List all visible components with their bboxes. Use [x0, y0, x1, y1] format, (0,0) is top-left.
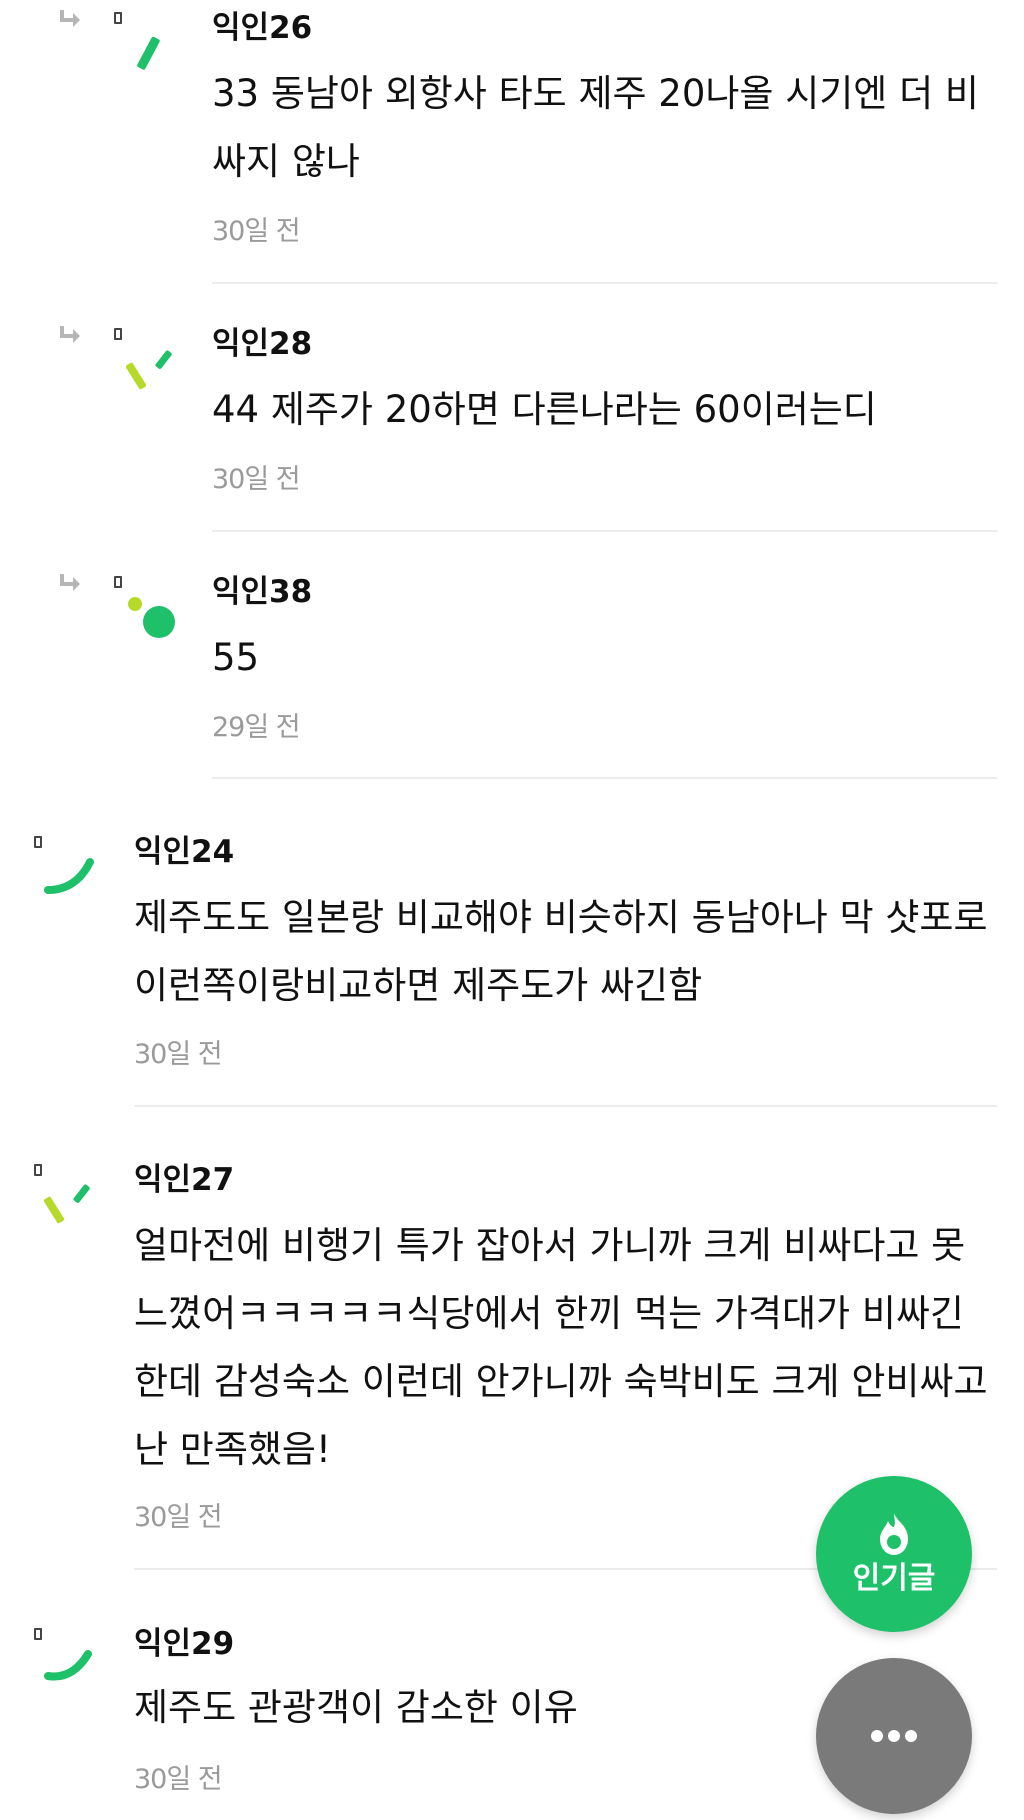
- comment-body: 55: [212, 636, 260, 679]
- divider: [212, 777, 997, 779]
- comment-body: 33 동남아 외항사 타도 제주 20나올 시기엔 더 비 싸지 않나: [212, 72, 979, 183]
- reply-arrow-icon: [60, 574, 80, 591]
- more-dots-icon: [871, 1730, 917, 1742]
- comment-author: 익인38: [212, 574, 313, 610]
- reply-arrow-icon: [60, 10, 80, 27]
- comment-author: 익인29: [134, 1626, 235, 1662]
- avatar: [128, 597, 175, 638]
- comment-body: 44 제주가 20하면 다른나라는 60이러는디: [212, 388, 877, 431]
- popular-posts-button[interactable]: 인기글: [816, 1476, 972, 1632]
- comment-body: 얼마전에 비행기 특가 잡아서 가니까 크게 비싸다고 못 느꼈어ㅋㅋㅋㅋㅋ식당…: [134, 1224, 988, 1471]
- comment-time: 30일 전: [134, 1764, 223, 1795]
- flag-icon[interactable]: [34, 1164, 42, 1176]
- divider: [134, 1105, 997, 1107]
- flame-icon: [880, 1513, 908, 1555]
- comment-time: 29일 전: [212, 712, 301, 743]
- avatar: [137, 36, 160, 70]
- flag-icon[interactable]: [114, 12, 122, 24]
- reply-arrow-icon: [60, 326, 80, 343]
- divider: [212, 282, 997, 284]
- avatar: [44, 1650, 92, 1681]
- divider: [212, 530, 997, 532]
- comment-body: 제주도 관광객이 감소한 이유: [134, 1686, 578, 1729]
- more-button[interactable]: [816, 1658, 972, 1814]
- avatar: [44, 858, 94, 894]
- comment-time: 30일 전: [134, 1502, 223, 1533]
- flag-icon[interactable]: [34, 1628, 42, 1640]
- comment-author: 익인28: [212, 326, 313, 362]
- flag-icon[interactable]: [114, 328, 122, 340]
- avatar: [125, 350, 172, 390]
- comment-time: 30일 전: [212, 216, 301, 247]
- comment-author: 익인27: [134, 1162, 235, 1198]
- comment-time: 30일 전: [212, 464, 301, 495]
- comment-time: 30일 전: [134, 1039, 223, 1070]
- avatar: [43, 1184, 90, 1224]
- popular-posts-label: 인기글: [852, 1561, 936, 1596]
- comment-body: 제주도도 일본랑 비교해야 비슷하지 동남아나 막 샷포로 이런쪽이랑비교하면 …: [134, 896, 988, 1007]
- flag-icon[interactable]: [114, 576, 122, 588]
- comment-author: 익인24: [134, 834, 235, 870]
- comment-author: 익인26: [212, 10, 313, 46]
